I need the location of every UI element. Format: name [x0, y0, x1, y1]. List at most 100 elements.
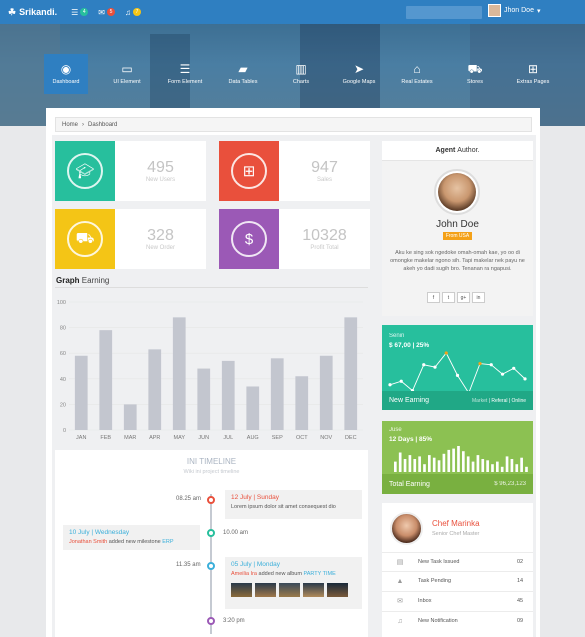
chef-stat-row[interactable]: ▤ New Task Issued 02 [382, 552, 533, 571]
album-photo[interactable] [231, 583, 252, 597]
messages-notification[interactable]: ✉ 5 [98, 8, 115, 17]
mini-bar [418, 456, 421, 472]
album-photo[interactable] [279, 583, 300, 597]
linkedin-icon[interactable]: in [472, 292, 485, 303]
bar[interactable] [123, 404, 137, 430]
twitter-icon[interactable]: t [442, 292, 455, 303]
brand-name: Srikandi. [19, 7, 58, 17]
breadcrumb-current: Dashboard [88, 121, 118, 128]
line-point[interactable] [512, 366, 516, 370]
bar[interactable] [344, 317, 358, 430]
plus-icon: ⊞ [527, 62, 539, 76]
bar[interactable] [197, 368, 211, 430]
tasks-notification[interactable]: ☰ 4 [71, 8, 89, 17]
search-input[interactable] [406, 6, 482, 19]
event-tag[interactable]: PARTY TIME [303, 571, 335, 577]
chef-stat-row[interactable]: ✉ Inbox 45 [382, 591, 533, 610]
mini-bar [496, 461, 499, 472]
line-point[interactable] [444, 351, 448, 355]
bar[interactable] [221, 360, 235, 430]
nav-ui-element[interactable]: ▭ UI Element [98, 54, 156, 94]
x-tick-label: MAY [173, 435, 185, 441]
bar[interactable] [74, 355, 88, 430]
chef-stat-row[interactable]: ▲ Task Pending 14 [382, 571, 533, 590]
event-author[interactable]: Ameilia Ira [231, 571, 257, 577]
google-plus-icon[interactable]: g+ [457, 292, 470, 303]
card-title: Senin [389, 333, 405, 339]
breadcrumb-home[interactable]: Home [62, 122, 78, 128]
event-time: 11.35 am [176, 562, 201, 568]
graduation-cap-icon: 🎓︎ [67, 153, 103, 189]
stat-card-profit-total: $ 10328 Profit Total [219, 209, 370, 269]
market-link[interactable]: Market [472, 398, 487, 404]
event-author[interactable]: Jonathan Smith [69, 539, 107, 545]
line-point[interactable] [388, 383, 392, 387]
line-point[interactable] [478, 361, 482, 366]
line-point[interactable] [523, 377, 527, 381]
nav-data-tables[interactable]: ▰ Data Tables [214, 54, 272, 94]
facebook-icon[interactable]: f [427, 292, 440, 303]
line-point[interactable] [500, 372, 505, 376]
avatar [488, 4, 501, 17]
stat-value: 947 [311, 159, 338, 176]
event-tag[interactable]: ERP [162, 539, 173, 545]
new-earning-card: Senin $ 67,00 | 25% New Earning Market |… [382, 325, 533, 410]
mini-bar [486, 460, 489, 472]
card-title: Juse [389, 427, 402, 433]
nav-dashboard[interactable]: ◉ Dashboard [44, 54, 88, 94]
line-point[interactable] [489, 363, 493, 367]
bar[interactable] [319, 355, 333, 430]
album-thumbnails [231, 583, 356, 597]
mini-bar [481, 459, 485, 472]
nav-google-maps[interactable]: ➤ Google Maps [330, 54, 388, 94]
mini-bar [466, 456, 470, 472]
event-time: 10.00 am [223, 530, 249, 536]
mini-bar [413, 459, 417, 472]
timeline-event-card[interactable]: 12 July | Sunday Lorem ipsum dolor sit a… [225, 490, 362, 519]
stat-value: 328 [147, 227, 174, 244]
mini-bar [432, 457, 436, 472]
nav-real-estates[interactable]: ⌂ Real Estates [388, 54, 446, 94]
bar[interactable] [172, 317, 186, 430]
album-photo[interactable] [255, 583, 276, 597]
user-menu[interactable]: Jhon Doe ▾ [488, 4, 540, 17]
total-earning-card: Juse 12 Days | 85% Total Earning $ 96,23… [382, 421, 533, 494]
nav-extras-pages[interactable]: ⊞ Extras Pages [504, 54, 562, 94]
nav-form-element[interactable]: ☰ Form Element [156, 54, 214, 94]
album-photo[interactable] [327, 583, 348, 597]
agent-avatar[interactable] [434, 169, 480, 215]
stat-label: New Order [145, 245, 175, 251]
total-amount: $ 96,23,123 [494, 481, 526, 487]
mini-bar [408, 455, 412, 472]
referal-link[interactable]: Referal [491, 398, 507, 404]
alerts-notification[interactable]: ♫ 7 [125, 8, 141, 17]
bar[interactable] [246, 386, 260, 430]
mini-bar-chart-svg [394, 446, 528, 472]
alerts-badge: 7 [132, 8, 141, 16]
tasks-badge: 4 [80, 8, 89, 16]
online-link[interactable]: Online [512, 398, 526, 404]
album-photo[interactable] [303, 583, 324, 597]
line-point[interactable] [433, 365, 437, 369]
envelope-icon: ✉ [98, 7, 105, 17]
line-point[interactable] [399, 379, 403, 383]
timeline-dot [207, 562, 215, 570]
timeline-event-card[interactable]: 05 July | Monday Ameilia Ira added new a… [225, 557, 362, 609]
bar[interactable] [99, 330, 113, 430]
line-point[interactable] [455, 373, 460, 377]
stat-value: 10328 [302, 227, 347, 244]
bar[interactable] [148, 349, 162, 430]
line-point[interactable] [422, 363, 426, 367]
timeline-event-card[interactable]: 10 July | Wednesday Jonathan Smith added… [63, 525, 200, 550]
bar[interactable] [295, 376, 309, 430]
card-footer: New Earning Market | Referal | Online [382, 391, 533, 410]
chef-stat-row[interactable]: ♫ New Notification 09 [382, 611, 533, 630]
nav-stores[interactable]: ⛟ Stores [446, 54, 504, 94]
stat-label: Profit Total [310, 245, 339, 251]
chef-avatar[interactable] [390, 512, 423, 545]
chef-role: Senior Chef Master [432, 531, 480, 537]
bar[interactable] [270, 358, 284, 430]
brand-logo[interactable]: ☘ Srikandi. [8, 7, 57, 18]
nav-charts[interactable]: ▥ Charts [272, 54, 330, 94]
graph-title: Graph Earning [56, 276, 110, 285]
